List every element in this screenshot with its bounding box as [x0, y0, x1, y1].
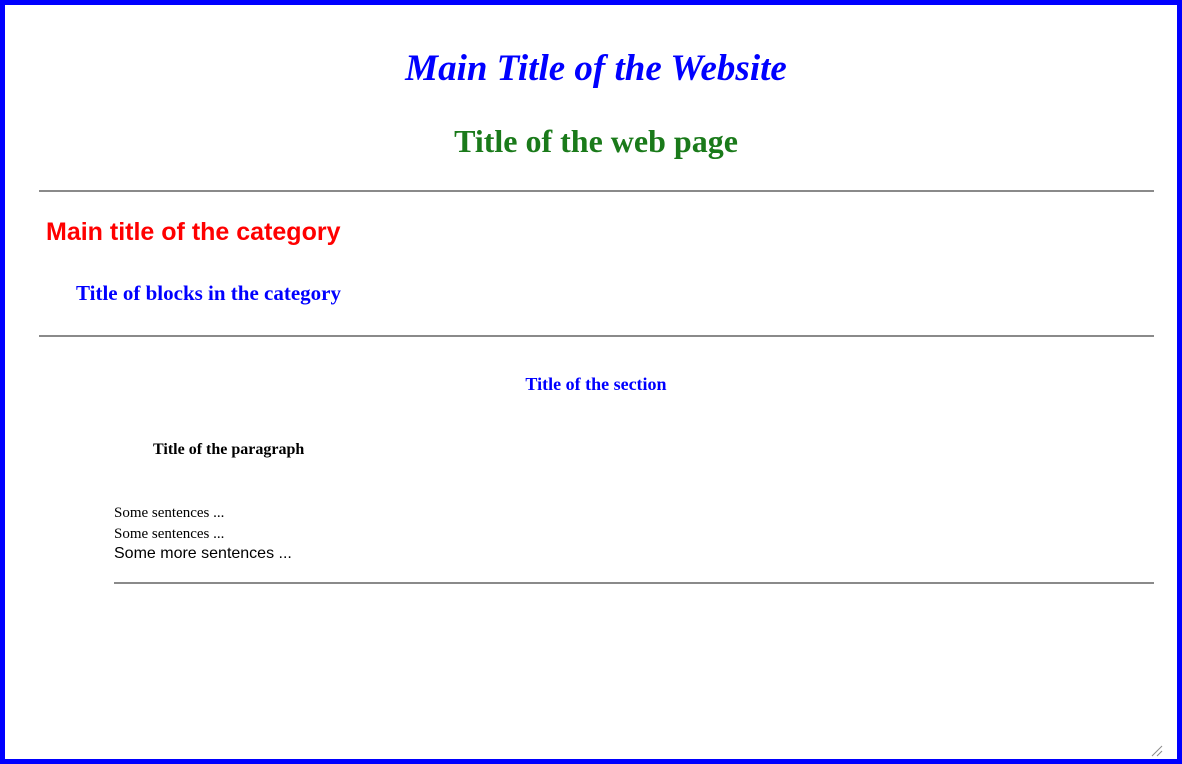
paragraph-title: Title of the paragraph: [153, 441, 305, 458]
website-main-title: Main Title of the Website: [405, 48, 787, 89]
category-blocks-title: Title of blocks in the category: [76, 281, 342, 305]
paragraph-sentence: Some sentences ...: [114, 526, 225, 542]
resize-grip-icon[interactable]: [1149, 743, 1163, 757]
page-title: Title of the web page: [454, 123, 738, 159]
section-title: Title of the section: [525, 374, 667, 394]
horizontal-rule: [114, 582, 1154, 584]
paragraph-sentence: Some sentences ...: [114, 505, 225, 521]
page-frame: Main Title of the Website Title of the w…: [0, 0, 1182, 764]
horizontal-rule: [39, 190, 1154, 192]
category-main-title: Main title of the category: [46, 218, 341, 246]
paragraph-sentence: Some more sentences ...: [114, 545, 292, 562]
horizontal-rule: [39, 335, 1154, 337]
